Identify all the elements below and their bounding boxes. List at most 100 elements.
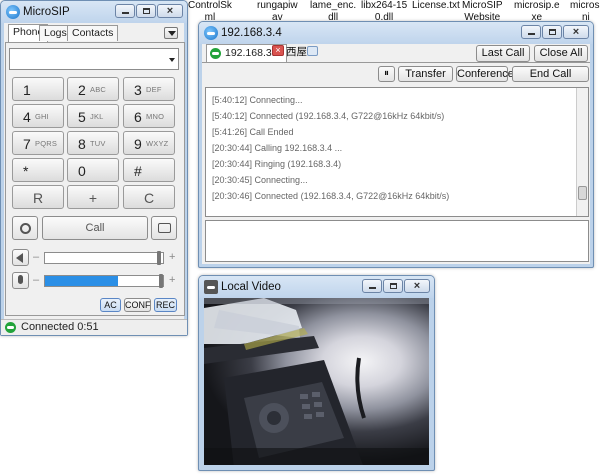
dialpad-key-9[interactable]: 9 WXYZ — [123, 131, 175, 155]
key-label: + — [88, 190, 98, 206]
dialpad-key-7[interactable]: 7 PQRS — [12, 131, 64, 155]
microphone-volume-slider[interactable] — [44, 274, 164, 288]
transfer-button[interactable]: Transfer — [398, 66, 453, 82]
minimize-button[interactable] — [521, 25, 541, 39]
speaker-mute-button[interactable] — [12, 249, 29, 266]
maximize-button[interactable] — [383, 279, 403, 293]
status-bar: Connected 0:51 — [1, 319, 187, 335]
record-button[interactable]: REC — [154, 298, 177, 312]
log-line: [5:40:12] Connecting... — [212, 95, 303, 105]
new-tab-button[interactable] — [307, 46, 318, 56]
microphone-mute-button[interactable] — [12, 272, 29, 289]
tab-label: Contacts — [72, 27, 114, 39]
key-digit: 5 — [78, 109, 86, 125]
chevron-down-icon[interactable] — [169, 58, 175, 62]
key-digit: 3 — [134, 82, 142, 98]
speaker-icon — [16, 253, 23, 263]
video-app-icon — [204, 280, 218, 294]
microsip-window: MicroSIP × Phone Logs Contacts 1 2 ABC 3D… — [0, 0, 188, 336]
close-button[interactable]: × — [563, 25, 589, 39]
tab-underline — [202, 62, 590, 63]
log-line: [20:30:44] Calling 192.168.3.4 ... — [212, 143, 343, 153]
plus-button[interactable]: + — [67, 185, 119, 209]
close-tab-button[interactable]: × — [272, 45, 284, 56]
key-letters: TUV — [90, 139, 106, 148]
redial-button[interactable]: R — [12, 185, 64, 209]
key-letters: JKL — [90, 112, 104, 121]
key-label: C — [143, 190, 155, 206]
dialpad-key-4[interactable]: 4 GHI — [12, 104, 64, 128]
dialpad-key-8[interactable]: 8 TUV — [67, 131, 119, 155]
auto-answer-button[interactable]: AC — [100, 298, 121, 312]
title-bar[interactable]: MicroSIP × — [1, 1, 187, 23]
log-line: [5:41:26] Call Ended — [212, 127, 294, 137]
voicemail-icon — [20, 223, 31, 234]
microphone-icon — [18, 275, 23, 284]
close-button[interactable]: × — [157, 4, 183, 18]
speaker-volume-slider[interactable] — [44, 251, 164, 265]
microsip-app-icon — [6, 5, 20, 19]
last-call-button[interactable]: Last Call — [476, 45, 530, 62]
minimize-icon — [528, 33, 535, 35]
dialpad-key-6[interactable]: 6 MNO — [123, 104, 175, 128]
minimize-button[interactable] — [115, 4, 135, 18]
dialpad-key-1[interactable]: 1 — [12, 77, 64, 101]
button-label: Close All — [539, 47, 583, 59]
tab-contacts[interactable]: Contacts — [67, 25, 119, 41]
desktop-icon-label[interactable]: License.txt — [412, 0, 460, 12]
close-icon: × — [572, 26, 580, 38]
maximize-icon — [390, 283, 397, 289]
log-scrollbar[interactable] — [576, 88, 588, 216]
maximize-button[interactable] — [542, 25, 562, 39]
log-line: [20:30:44] Ringing (192.168.3.4) — [212, 159, 342, 169]
microphone-minus: – — [33, 274, 40, 286]
conference-button[interactable]: Conference — [456, 66, 514, 82]
key-digit: 4 — [23, 109, 31, 125]
clear-button[interactable]: C — [123, 185, 175, 209]
dialpad-key-hash[interactable]: # — [123, 158, 175, 182]
chevron-down-icon — [168, 31, 176, 36]
key-digit: 8 — [78, 136, 86, 152]
dialpad-key-star[interactable]: * — [12, 158, 64, 182]
button-label: Conference — [457, 68, 514, 80]
title-bar[interactable]: Local Video × — [199, 276, 434, 298]
tab-label: Logs — [44, 27, 67, 39]
window-title: MicroSIP — [23, 6, 70, 18]
speaker-volume-thumb[interactable] — [157, 251, 161, 265]
end-call-button[interactable]: End Call — [512, 66, 589, 82]
key-letters: GHI — [35, 112, 49, 121]
conference-toggle-button[interactable]: CONF — [124, 298, 151, 312]
close-button[interactable]: × — [404, 279, 430, 293]
microphone-plus: + — [169, 274, 176, 286]
message-icon — [158, 223, 171, 233]
voicemail-button[interactable] — [12, 216, 38, 240]
title-bar[interactable]: 192.168.3.4 × — [199, 22, 593, 44]
number-input[interactable] — [9, 48, 179, 70]
key-digit: * — [23, 163, 29, 179]
dialpad-key-0[interactable]: 0 — [67, 158, 119, 182]
dialpad-key-2[interactable]: 2 ABC — [67, 77, 119, 101]
maximize-icon — [143, 8, 150, 14]
close-icon: × — [413, 280, 421, 292]
key-digit: 1 — [23, 82, 31, 98]
minimize-icon — [122, 12, 129, 14]
microphone-volume-fill — [45, 276, 118, 286]
key-letters: MNO — [146, 112, 165, 121]
menu-dropdown-button[interactable] — [164, 27, 178, 39]
dialpad-key-5[interactable]: 5 JKL — [67, 104, 119, 128]
message-input[interactable] — [205, 220, 589, 262]
microphone-volume-thumb[interactable] — [159, 274, 163, 288]
dialpad-key-3[interactable]: 3 DEF — [123, 77, 175, 101]
call-log[interactable]: [5:40:12] Connecting... [5:40:12] Connec… — [205, 87, 589, 217]
message-button[interactable] — [151, 216, 177, 240]
connected-phone-icon — [5, 322, 16, 333]
hold-button[interactable]: ⏸ — [378, 66, 395, 82]
maximize-button[interactable] — [136, 4, 156, 18]
close-all-button[interactable]: Close All — [534, 45, 588, 62]
call-button[interactable]: Call — [42, 216, 148, 240]
minimize-button[interactable] — [362, 279, 382, 293]
scroll-thumb[interactable] — [578, 186, 587, 200]
button-label: Transfer — [405, 68, 446, 80]
video-frame-picture — [204, 298, 429, 465]
speaker-plus: + — [169, 251, 176, 263]
